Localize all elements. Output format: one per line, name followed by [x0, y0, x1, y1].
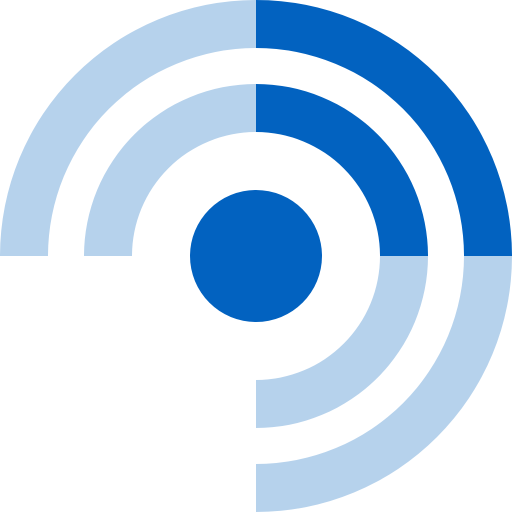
app-icon — [0, 0, 512, 512]
center-dot — [190, 190, 322, 322]
signal-broadcast-icon — [0, 0, 512, 512]
